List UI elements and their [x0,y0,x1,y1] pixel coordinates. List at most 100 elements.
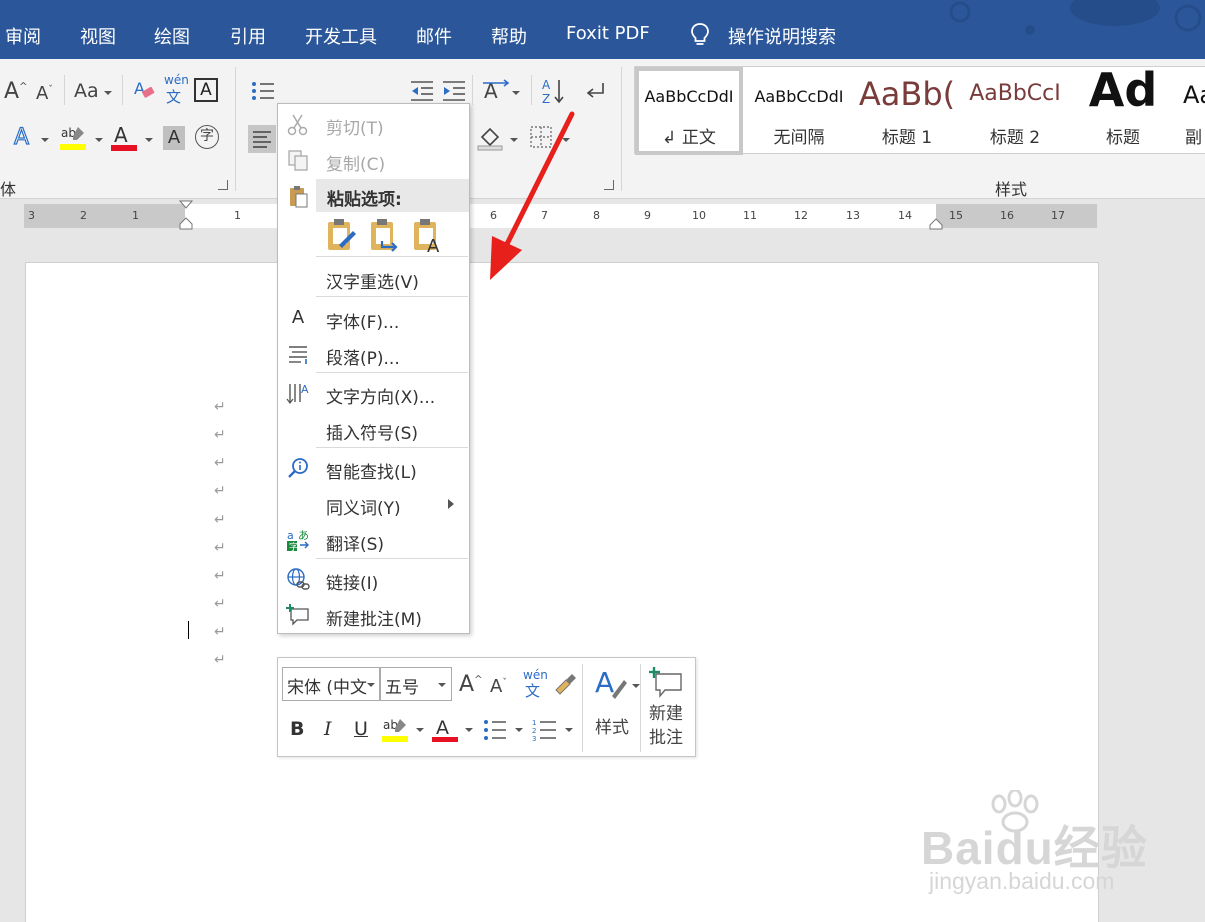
merge-formatting-icon[interactable] [368,217,402,253]
shrink-font-icon[interactable]: Aˇ [490,676,507,697]
phonetic-guide-button[interactable]: 文 [166,86,181,107]
chevron-down-icon[interactable] [367,683,375,687]
text-cursor [188,621,189,639]
highlight-color-icon[interactable]: ab [382,716,410,744]
styles-button-label[interactable]: 样式 [592,716,632,740]
chevron-down-icon[interactable] [41,138,49,142]
tab-help[interactable]: 帮助 [491,23,527,49]
chevron-down-icon[interactable] [512,91,520,95]
menu-item-link[interactable]: 链接(I) [278,563,469,595]
paragraph-mark: ↵ [214,399,226,415]
baidu-watermark: Baidu经验 jingyan.baidu.com [915,790,1155,900]
asian-layout-icon[interactable]: A [482,79,510,103]
menu-item-copy[interactable]: 复制(C) [278,144,469,176]
paragraph-mark: ↵ [214,596,226,612]
menu-item-insert-symbol[interactable]: 插入符号(S) [278,413,469,445]
tab-draw[interactable]: 绘图 [154,23,190,49]
paragraph-dialog-launcher-icon[interactable] [604,180,614,190]
separator [582,664,583,752]
menu-item-new-comment[interactable]: 新建批注(M) [278,599,469,631]
annotation-arrow-icon [490,111,575,280]
numbering-icon[interactable]: 123 [532,718,558,742]
chevron-down-icon[interactable] [145,138,153,142]
tell-me-search[interactable]: 操作说明搜索 [728,23,836,49]
clear-formatting-icon[interactable]: A [133,77,157,103]
menu-item-translate[interactable]: a あ 字 翻译(S) [278,524,469,556]
show-hide-marks-icon[interactable] [583,81,607,103]
menu-item-reconvert[interactable]: 汉字重选(V) [278,262,469,294]
character-shading-icon[interactable]: A [163,126,185,150]
new-comment-icon [286,604,309,626]
right-indent-marker-icon[interactable] [929,218,943,230]
font-dialog-launcher-icon[interactable] [218,180,228,190]
format-painter-icon[interactable] [552,670,578,696]
paragraph-mark: ↵ [214,483,226,499]
chevron-down-icon[interactable] [515,728,523,732]
chevron-down-icon[interactable] [104,91,112,95]
ruler-number: 13 [846,209,860,222]
style-subtitle[interactable]: Aa 副 [1177,67,1205,155]
bold-button[interactable]: B [290,718,304,740]
styles-icon[interactable]: A [594,666,630,702]
menu-item-text-direction[interactable]: A 文字方向(X)... [278,377,469,409]
tab-review[interactable]: 审阅 [5,23,41,49]
chevron-down-icon[interactable] [565,728,573,732]
font-color-icon[interactable]: A [111,123,139,153]
menu-item-smart-lookup[interactable]: 智能查找(L) [278,452,469,484]
grow-font-icon[interactable]: A^ [459,672,482,697]
tab-view[interactable]: 视图 [80,23,116,49]
menu-item-paragraph[interactable]: 段落(P)... [278,338,469,370]
text-effects-icon[interactable]: A [13,124,29,150]
change-case-button[interactable]: Aa [74,80,99,102]
font-size-box[interactable]: 五号 [380,667,452,701]
separator [621,67,622,191]
shrink-font-icon[interactable]: Aˇ [36,83,53,104]
bullets-icon[interactable] [250,79,276,103]
menu-item-font[interactable]: A 字体(F)... [278,302,469,334]
menu-item-synonyms[interactable]: 同义词(Y) [278,488,469,520]
style-name: 标题 1 [881,128,933,148]
phonetic-guide-button[interactable]: 文 [525,680,540,701]
style-title[interactable]: Ad 标题 [1069,63,1177,155]
style-heading-1[interactable]: AaBb( 标题 1 [853,67,961,155]
decrease-indent-icon[interactable] [409,79,435,103]
font-name-box[interactable]: 宋体 (中文 [282,667,380,701]
chevron-down-icon[interactable] [416,728,424,732]
style-heading-2[interactable]: AaBbCcI 标题 2 [961,67,1069,155]
new-comment-icon[interactable] [648,666,684,700]
chevron-down-icon[interactable] [438,683,446,687]
font-color-icon[interactable]: A [432,716,460,744]
tab-developer[interactable]: 开发工具 [305,23,377,49]
paragraph-mark: ↵ [214,568,226,584]
bullets-icon[interactable] [482,718,508,742]
separator [472,75,473,105]
increase-indent-icon[interactable] [441,79,467,103]
italic-button[interactable]: I [324,718,332,740]
menu-item-label: 文字方向(X)... [326,388,436,408]
ruler-number: 11 [743,209,757,222]
enclose-characters-button[interactable]: 字 [195,125,219,149]
style-normal[interactable]: AaBbCcDdI ↲ 正文 [635,67,743,155]
keep-source-formatting-icon[interactable] [325,217,359,253]
chevron-down-icon[interactable] [632,684,640,688]
chevron-down-icon[interactable] [95,138,103,142]
submenu-arrow-icon [448,499,454,509]
new-comment-label-line1[interactable]: 新建 [644,702,688,726]
tab-foxit-pdf[interactable]: Foxit PDF [566,23,650,44]
underline-button[interactable]: U [354,718,368,740]
highlight-color-icon[interactable]: ab [60,123,88,153]
svg-text:a: a [287,529,294,542]
chevron-down-icon[interactable] [465,728,473,732]
style-no-spacing[interactable]: AaBbCcDdI 无间隔 [745,67,853,155]
tab-mailings[interactable]: 邮件 [416,23,452,49]
align-left-icon[interactable] [248,125,276,153]
menu-item-cut[interactable]: 剪切(T) [278,108,469,140]
tab-references[interactable]: 引用 [230,23,266,49]
grow-font-icon[interactable]: A^ [4,79,27,104]
character-border-icon[interactable]: A [194,78,218,102]
style-sample: Ad [1088,63,1158,117]
indent-marker-icon[interactable] [179,200,193,230]
keep-text-only-icon[interactable]: A [411,217,445,253]
sort-icon[interactable]: A Z [540,77,566,105]
new-comment-label-line2[interactable]: 批注 [644,726,688,750]
